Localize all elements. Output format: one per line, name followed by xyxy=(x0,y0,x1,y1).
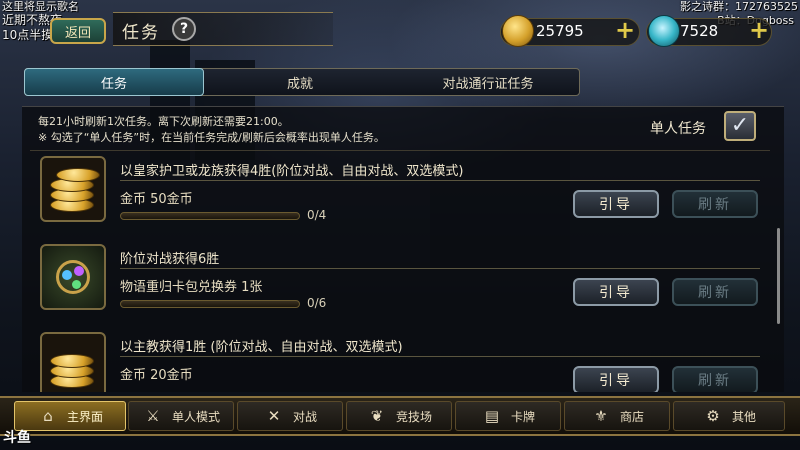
guide-button[interactable]: 引导 xyxy=(573,278,659,306)
quest-title: 阶位对战获得6胜 xyxy=(120,252,220,267)
nav-shop[interactable]: ⚜ 商店 xyxy=(564,401,670,431)
solo-sword-icon: ⚔ xyxy=(146,407,160,425)
card-pack-ticket-icon xyxy=(40,244,106,310)
nav-label: 商店 xyxy=(619,409,644,424)
quest-reward: 金币 20金币 xyxy=(120,368,193,383)
quest-title: 以主教获得1胜 (阶位对战、自由对战、双选模式) xyxy=(120,340,403,355)
nav-label: 对战 xyxy=(292,409,317,424)
refresh-button[interactable]: 刷新 xyxy=(672,278,758,306)
gold-coins-icon xyxy=(40,156,106,222)
refresh-button[interactable]: 刷新 xyxy=(672,190,758,218)
guide-button[interactable]: 引导 xyxy=(573,366,659,392)
douyu-watermark: 斗鱼 xyxy=(3,430,31,446)
quest-title: 以皇家护卫或龙族获得4胜(阶位对战、自由对战、双选模式) xyxy=(120,164,464,179)
guide-button[interactable]: 引导 xyxy=(573,190,659,218)
quest-progress-text: 0/6 xyxy=(307,296,327,310)
nav-other[interactable]: ⚙ 其他 xyxy=(673,401,785,431)
home-icon: ⌂ xyxy=(43,407,53,425)
quest-row: 以主教获得1胜 (阶位对战、自由对战、双选模式) 金币 20金币 引导 刷新 xyxy=(30,332,770,392)
cards-icon: ▤ xyxy=(484,407,500,425)
quest-row: 阶位对战获得6胜 物语重归卡包兑换券 1张 0/6 引导 刷新 xyxy=(30,244,770,328)
nav-arena[interactable]: ❦ 竞技场 xyxy=(346,401,452,431)
quest-progress-bar xyxy=(120,300,300,308)
quest-reward: 金币 50金币 xyxy=(120,192,193,207)
gold-coins-icon xyxy=(40,332,106,392)
divider xyxy=(120,356,760,357)
nav-label: 竞技场 xyxy=(395,409,432,424)
divider xyxy=(120,180,760,181)
refresh-button[interactable]: 刷新 xyxy=(672,366,758,392)
divider xyxy=(120,268,760,269)
nav-label: 其他 xyxy=(731,409,756,424)
shop-icon: ⚜ xyxy=(594,407,608,425)
arena-laurel-icon: ❦ xyxy=(370,407,384,425)
scrollbar[interactable] xyxy=(777,228,780,324)
nav-label: 主界面 xyxy=(66,409,103,424)
quest-progress-bar xyxy=(120,212,300,220)
quest-list: 以皇家护卫或龙族获得4胜(阶位对战、自由对战、双选模式) 金币 50金币 0/4… xyxy=(0,0,800,392)
other-icon: ⚙ xyxy=(706,407,720,425)
nav-solo-mode[interactable]: ⚔ 单人模式 xyxy=(128,401,234,431)
nav-cards[interactable]: ▤ 卡牌 xyxy=(455,401,561,431)
crossed-swords-icon: ✕ xyxy=(267,407,281,425)
quest-progress-text: 0/4 xyxy=(307,208,327,222)
nav-label: 卡牌 xyxy=(510,409,535,424)
nav-label: 单人模式 xyxy=(171,409,220,424)
nav-battle[interactable]: ✕ 对战 xyxy=(237,401,343,431)
quest-reward: 物语重归卡包兑换券 1张 xyxy=(120,280,263,295)
quest-row: 以皇家护卫或龙族获得4胜(阶位对战、自由对战、双选模式) 金币 50金币 0/4… xyxy=(30,156,770,240)
